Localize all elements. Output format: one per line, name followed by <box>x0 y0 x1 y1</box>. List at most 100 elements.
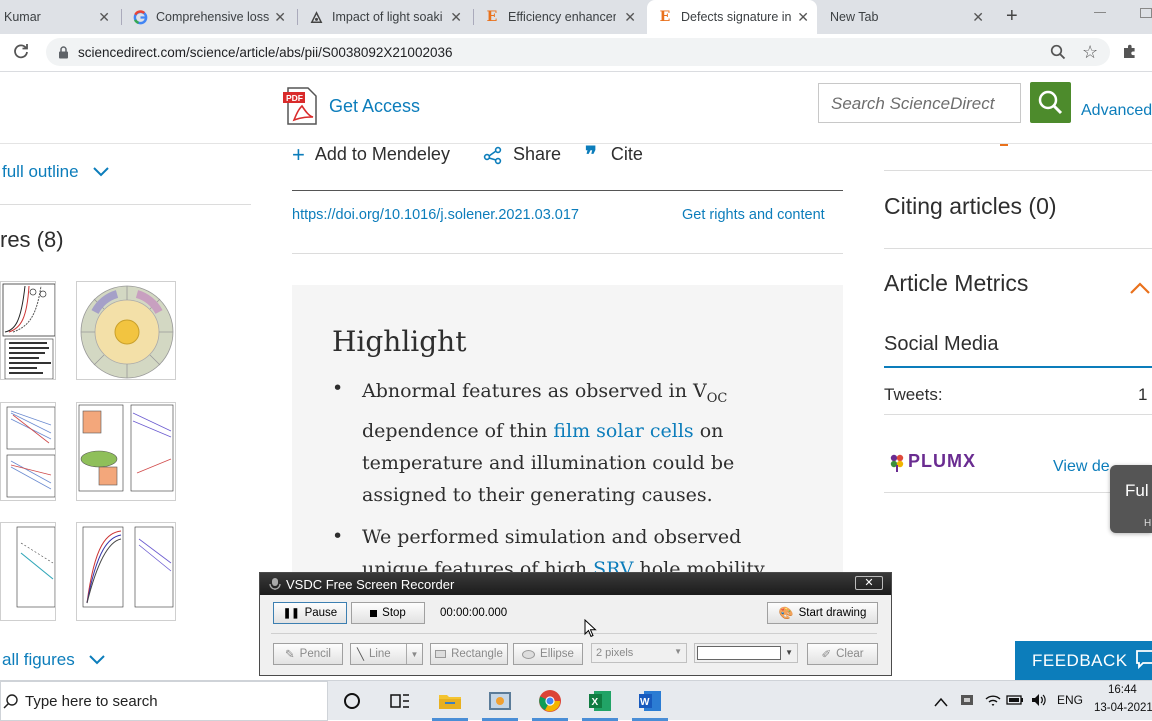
tab-new-tab[interactable]: New Tab ✕ <box>820 0 992 34</box>
word-icon[interactable]: W <box>638 689 662 713</box>
figure-thumbnail-4[interactable] <box>76 402 176 501</box>
bookmark-star-icon[interactable]: ☆ <box>1082 42 1098 63</box>
close-icon[interactable]: ✕ <box>274 9 286 26</box>
plumx-logo[interactable]: PLUMX <box>888 451 976 472</box>
tab-impact-light-soaking[interactable]: Impact of light soaki ✕ <box>300 0 470 34</box>
extensions-icon[interactable] <box>1121 43 1139 66</box>
task-view-icon[interactable] <box>388 689 412 713</box>
pause-button[interactable]: ❚❚ Pause <box>273 602 347 624</box>
maximize-icon[interactable] <box>1140 8 1152 18</box>
cite-button[interactable]: ❞ Cite <box>585 141 643 168</box>
url-text: sciencedirect.com/science/article/abs/pi… <box>78 45 453 60</box>
clock-date[interactable]: 13-04-2021 <box>1094 702 1152 714</box>
battery-icon[interactable] <box>1006 693 1024 712</box>
new-tab-button[interactable]: + <box>1006 5 1018 28</box>
url-bar[interactable]: sciencedirect.com/science/article/abs/pi… <box>46 38 1110 66</box>
figure-thumbnail-3[interactable] <box>0 402 56 501</box>
windows-taskbar: Type here to search X W ENG 16:44 13-04-… <box>0 680 1152 721</box>
advanced-search-link[interactable]: Advanced <box>1081 102 1152 120</box>
citing-articles-heading[interactable]: Citing articles (0) <box>884 193 1057 220</box>
chrome-icon[interactable] <box>538 689 562 713</box>
close-icon[interactable]: ✕ <box>972 9 984 26</box>
pen-width-select[interactable]: 2 pixels ▼ <box>591 643 687 663</box>
tab-title: New Tab <box>830 10 879 24</box>
view-details-link[interactable]: View de <box>1053 458 1110 476</box>
wifi-icon[interactable] <box>984 692 1002 713</box>
clear-button[interactable]: ✐ Clear <box>807 643 878 665</box>
divider <box>884 170 1152 171</box>
close-icon[interactable]: ✕ <box>450 9 462 26</box>
google-icon <box>132 9 148 25</box>
search-button[interactable] <box>1030 82 1071 123</box>
clear-label: Clear <box>836 648 864 660</box>
ellipse-tool-button[interactable]: Ellipse <box>513 643 583 665</box>
pdf-icon[interactable]: PDF <box>282 86 320 131</box>
tab-defects-signature[interactable]: E Defects signature in ✕ <box>647 0 817 34</box>
clock-time[interactable]: 16:44 <box>1108 684 1137 696</box>
taskbar-search-box[interactable]: Type here to search <box>0 681 328 721</box>
search-input[interactable]: Search ScienceDirect <box>818 83 1021 123</box>
zoom-icon[interactable] <box>1050 44 1066 65</box>
full-text-access-tab[interactable]: Ful H <box>1110 465 1152 533</box>
taskbar-search-text: Type here to search <box>25 693 158 710</box>
tab-comprehensive-loss[interactable]: Comprehensive loss ✕ <box>124 0 294 34</box>
chevron-down-icon <box>92 167 109 177</box>
file-explorer-icon[interactable] <box>438 689 462 713</box>
chevron-up-icon[interactable] <box>934 694 948 712</box>
highlight-item-1: Abnormal features as observed in VOC dep… <box>362 375 832 511</box>
minimize-icon[interactable] <box>1094 12 1106 13</box>
film-solar-cells-link[interactable]: film solar cells <box>553 420 693 442</box>
chevron-down-icon[interactable]: ▼ <box>406 644 422 664</box>
text: Abnormal features as observed in V <box>362 380 707 402</box>
stop-button[interactable]: Stop <box>351 602 425 624</box>
excel-icon[interactable]: X <box>588 689 612 713</box>
pencil-tool-button[interactable]: ✎ Pencil <box>273 643 343 665</box>
plumx-text: PLUMX <box>908 451 976 471</box>
article-metrics-heading[interactable]: Article Metrics <box>884 270 1028 297</box>
view-all-figures-link[interactable]: all figures <box>2 650 105 670</box>
tab-separator <box>297 9 298 25</box>
pencil-label: Pencil <box>299 648 331 660</box>
share-button[interactable]: Share <box>483 144 561 165</box>
svg-text:X: X <box>592 697 599 708</box>
get-rights-link[interactable]: Get rights and content <box>682 207 825 223</box>
chevron-up-icon[interactable] <box>1130 281 1150 299</box>
figure-thumbnail-1[interactable] <box>0 281 56 380</box>
add-to-mendeley-button[interactable]: + Add to Mendeley <box>292 143 450 165</box>
rectangle-tool-button[interactable]: Rectangle <box>430 643 508 665</box>
close-icon[interactable]: ✕ <box>98 9 110 26</box>
tab-kumar[interactable]: Kumar ✕ <box>0 0 118 34</box>
view-full-outline-link[interactable]: full outline <box>2 162 109 182</box>
tab-title: Impact of light soaki <box>332 10 443 24</box>
security-icon[interactable] <box>959 692 975 713</box>
figure-thumbnail-5[interactable] <box>0 522 56 621</box>
tab-title: Efficiency enhancem <box>508 10 616 24</box>
start-drawing-button[interactable]: 🎨 Start drawing <box>767 602 878 624</box>
recorder-title-bar[interactable]: VSDC Free Screen Recorder ✕ <box>260 573 891 595</box>
accent-mark <box>1000 144 1008 146</box>
close-icon[interactable]: ✕ <box>797 9 809 26</box>
figure-thumbnail-6[interactable] <box>76 522 176 621</box>
volume-icon[interactable] <box>1030 692 1048 713</box>
color-select[interactable]: ▼ <box>694 643 798 663</box>
lock-icon[interactable] <box>58 46 69 64</box>
close-icon[interactable]: ✕ <box>624 9 636 26</box>
line-tool-button[interactable]: ╲ Line ▼ <box>350 643 423 665</box>
get-access-link[interactable]: Get Access <box>329 96 420 117</box>
feedback-button[interactable]: FEEDBACK <box>1015 641 1152 680</box>
doi-link[interactable]: https://doi.org/10.1016/j.solener.2021.0… <box>292 207 579 223</box>
pause-label: Pause <box>304 607 338 619</box>
cortana-icon[interactable] <box>340 689 364 713</box>
reload-icon[interactable] <box>12 42 30 65</box>
figure-thumbnail-2[interactable] <box>76 281 176 380</box>
divider <box>884 248 1152 249</box>
language-indicator[interactable]: ENG <box>1057 693 1083 707</box>
quote-icon: ❞ <box>585 141 597 168</box>
search-icon <box>1038 90 1063 115</box>
recorder-taskbar-icon[interactable] <box>488 689 512 713</box>
rectangle-icon <box>435 650 447 658</box>
text: on <box>693 419 724 442</box>
tab-efficiency-enhancement[interactable]: E Efficiency enhancem ✕ <box>476 0 644 34</box>
close-icon[interactable]: ✕ <box>855 576 883 590</box>
pause-icon: ❚❚ <box>282 607 300 619</box>
